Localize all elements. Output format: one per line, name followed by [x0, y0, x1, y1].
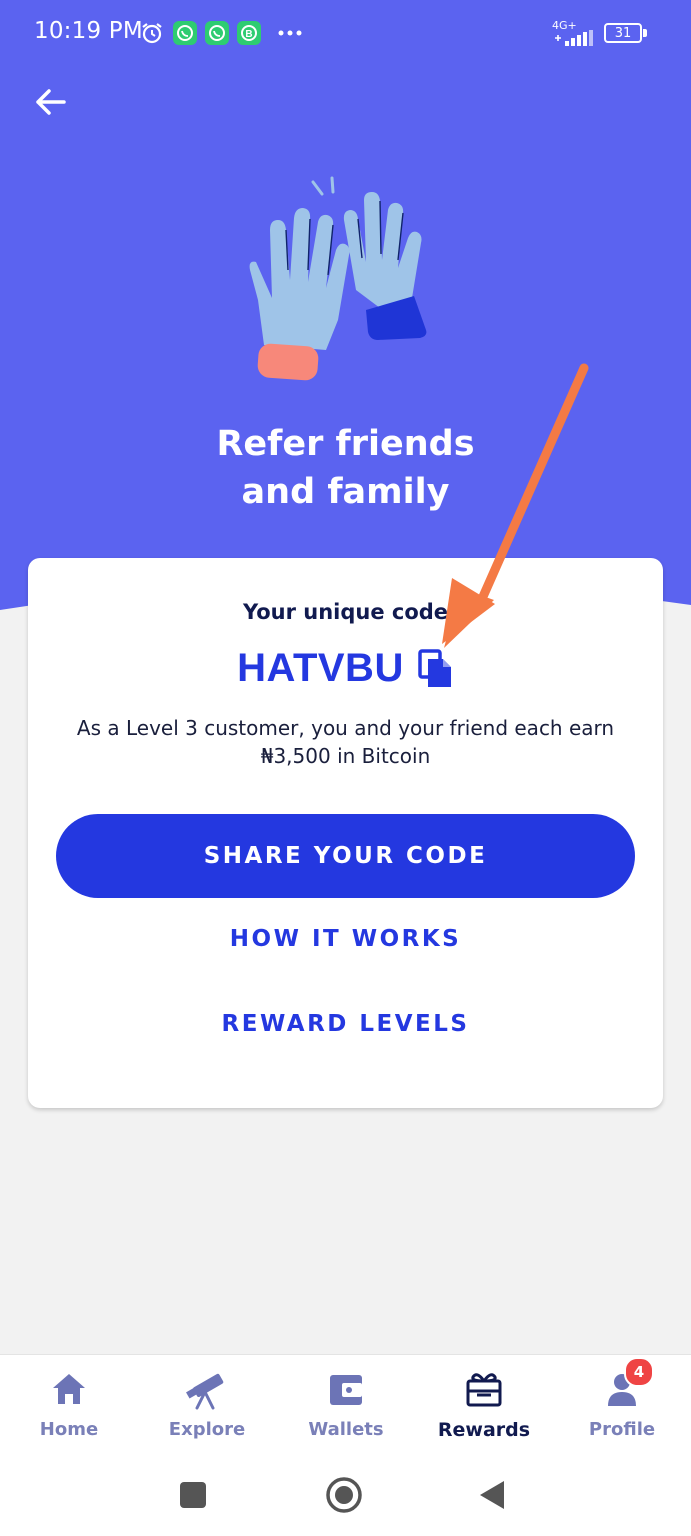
battery-level: 31 [614, 25, 632, 41]
nav-label-home: Home [39, 1419, 99, 1440]
nav-item-profile[interactable]: 4 Profile [562, 1357, 682, 1453]
nav-item-home[interactable]: Home [9, 1369, 129, 1453]
alarm-icon [142, 23, 162, 44]
gift-icon [466, 1373, 502, 1407]
back-button[interactable] [28, 80, 72, 124]
signal-icon [555, 30, 593, 46]
nav-label-explore: Explore [168, 1419, 246, 1440]
home-button[interactable] [325, 1476, 363, 1514]
whatsapp-icon [173, 21, 197, 45]
bottom-nav: Home Explore Wallets Rewards 4 Profile [0, 1354, 691, 1459]
how-it-works-link[interactable]: HOW IT WORKS [28, 926, 663, 952]
nav-label-wallets: Wallets [308, 1419, 384, 1440]
nav-item-wallets[interactable]: Wallets [286, 1369, 406, 1453]
nav-item-explore[interactable]: Explore [147, 1369, 267, 1453]
status-time: 10:19 PM [34, 18, 143, 44]
notification-badge: 4 [624, 1357, 654, 1387]
nav-label-profile: Profile [588, 1419, 656, 1440]
recent-apps-button[interactable] [178, 1480, 208, 1510]
share-code-button[interactable]: SHARE YOUR CODE [56, 814, 635, 898]
annotation-arrow [442, 363, 589, 648]
whatsapp-business-icon: B [237, 21, 261, 45]
reward-description: As a Level 3 customer, you and your frie… [76, 716, 615, 768]
svg-text:B: B [245, 29, 252, 40]
battery-cap [643, 29, 647, 37]
referral-code: HATVBU [237, 646, 404, 690]
wallet-icon [330, 1375, 362, 1405]
nav-item-rewards[interactable]: Rewards [424, 1369, 544, 1453]
system-navigation-bar [0, 1458, 691, 1536]
arrow-left-icon [36, 89, 66, 115]
nav-label-rewards: Rewards [437, 1419, 531, 1441]
reward-levels-link[interactable]: REWARD LEVELS [28, 1011, 663, 1037]
telescope-icon [186, 1373, 224, 1410]
battery-indicator: 31 [604, 23, 642, 43]
status-bar: 10:19 PM B 4G+ 31 [0, 0, 691, 66]
back-nav-button[interactable] [478, 1479, 506, 1511]
high-five-illustration [249, 176, 427, 381]
home-icon [53, 1374, 85, 1404]
more-dots-icon [278, 30, 302, 36]
whatsapp-icon [205, 21, 229, 45]
